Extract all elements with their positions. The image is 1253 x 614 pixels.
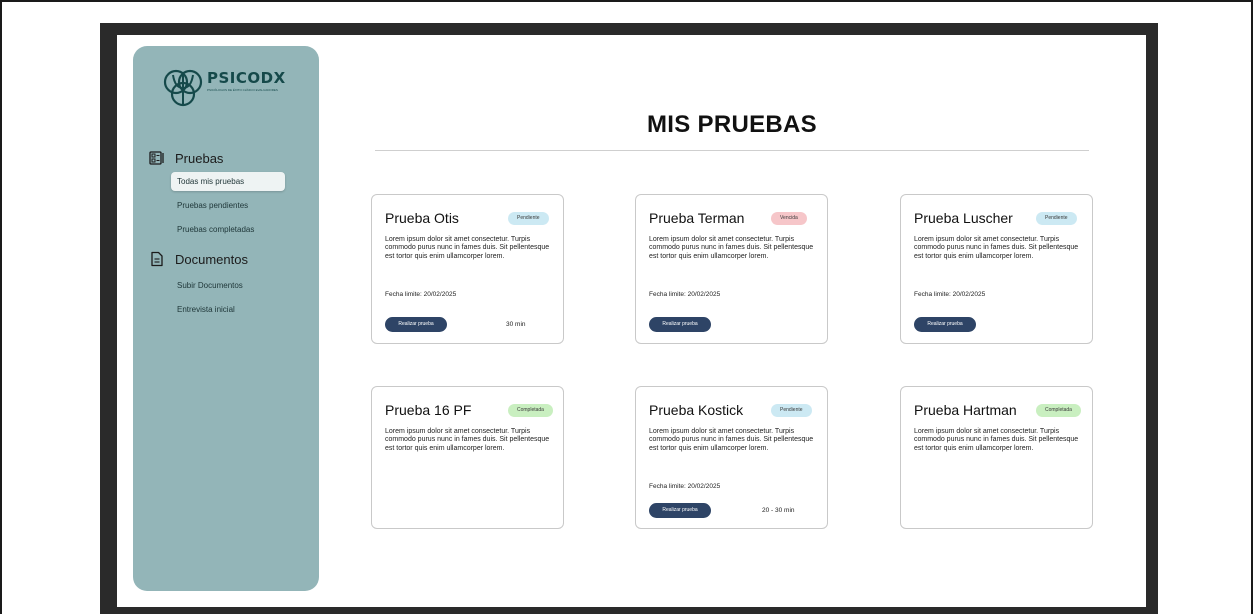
- card-description: Lorem ipsum dolor sit amet consectetur. …: [914, 236, 1079, 260]
- card-title: Prueba Hartman: [914, 402, 1017, 418]
- app-window: PSICODX PSICÓLOGOS DE ÉXITO CLÍNICO EVAL…: [117, 35, 1146, 607]
- start-test-button[interactable]: Realizar prueba: [914, 317, 976, 332]
- section-documentos-label: Documentos: [175, 251, 248, 267]
- card-description: Lorem ipsum dolor sit amet consectetur. …: [649, 236, 814, 260]
- card-title: Prueba Terman: [649, 210, 745, 226]
- card-title: Prueba Otis: [385, 210, 459, 226]
- start-test-button[interactable]: Realizar prueba: [385, 317, 447, 332]
- card-title: Prueba Luscher: [914, 210, 1013, 226]
- status-badge: Completada: [508, 404, 553, 417]
- status-badge: Pendiente: [508, 212, 549, 225]
- card-due-date: Fecha limite: 20/02/2025: [914, 291, 986, 298]
- status-badge: Vencida: [771, 212, 807, 225]
- logo-text: PSICODX: [207, 69, 286, 87]
- section-pruebas[interactable]: Pruebas: [149, 150, 223, 166]
- card-description: Lorem ipsum dolor sit amet consectetur. …: [385, 428, 550, 452]
- card-due-date: Fecha limite: 20/02/2025: [649, 291, 721, 298]
- card-description: Lorem ipsum dolor sit amet consectetur. …: [649, 428, 814, 452]
- page-title: MIS PRUEBAS: [647, 111, 817, 138]
- status-badge: Pendiente: [771, 404, 812, 417]
- section-pruebas-label: Pruebas: [175, 150, 224, 166]
- psicodx-logo-icon: [163, 69, 203, 107]
- sidebar: PSICODX PSICÓLOGOS DE ÉXITO CLÍNICO EVAL…: [133, 46, 319, 591]
- card-duration: 20 - 30 min: [762, 507, 795, 514]
- nav-todas-mis-pruebas[interactable]: Todas mis pruebas: [171, 172, 285, 191]
- card-duration: 30 min: [506, 321, 526, 328]
- tests-icon: [149, 150, 165, 166]
- test-card: Prueba 16 PF Completada Lorem ipsum dolo…: [371, 386, 564, 529]
- nav-pruebas-completadas[interactable]: Pruebas completadas: [171, 220, 285, 239]
- test-card: Prueba Kostick Pendiente Lorem ipsum dol…: [635, 386, 828, 529]
- status-badge: Pendiente: [1036, 212, 1077, 225]
- test-card: Prueba Hartman Completada Lorem ipsum do…: [900, 386, 1093, 529]
- nav-pruebas-pendientes[interactable]: Pruebas pendientes: [171, 196, 285, 215]
- title-divider: [375, 150, 1089, 151]
- card-description: Lorem ipsum dolor sit amet consectetur. …: [385, 236, 550, 260]
- card-due-date: Fecha limite: 20/02/2025: [649, 483, 721, 490]
- logo: PSICODX PSICÓLOGOS DE ÉXITO CLÍNICO EVAL…: [163, 66, 288, 110]
- test-card: Prueba Terman Vencida Lorem ipsum dolor …: [635, 194, 828, 344]
- status-badge: Completada: [1036, 404, 1081, 417]
- logo-tagline: PSICÓLOGOS DE ÉXITO CLÍNICO EVALUADORES: [207, 88, 278, 92]
- nav-subir-documentos[interactable]: Subir Documentos: [171, 276, 285, 295]
- card-description: Lorem ipsum dolor sit amet consectetur. …: [914, 428, 1079, 452]
- test-card: Prueba Luscher Pendiente Lorem ipsum dol…: [900, 194, 1093, 344]
- card-title: Prueba 16 PF: [385, 402, 472, 418]
- card-due-date: Fecha limite: 20/02/2025: [385, 291, 457, 298]
- start-test-button[interactable]: Realizar prueba: [649, 317, 711, 332]
- nav-entrevista-inicial[interactable]: Entrevista inicial: [171, 300, 285, 319]
- section-documentos[interactable]: Documentos: [149, 251, 248, 267]
- start-test-button[interactable]: Realizar prueba: [649, 503, 711, 518]
- document-icon: [149, 251, 165, 267]
- card-title: Prueba Kostick: [649, 402, 744, 418]
- test-card: Prueba Otis Pendiente Lorem ipsum dolor …: [371, 194, 564, 344]
